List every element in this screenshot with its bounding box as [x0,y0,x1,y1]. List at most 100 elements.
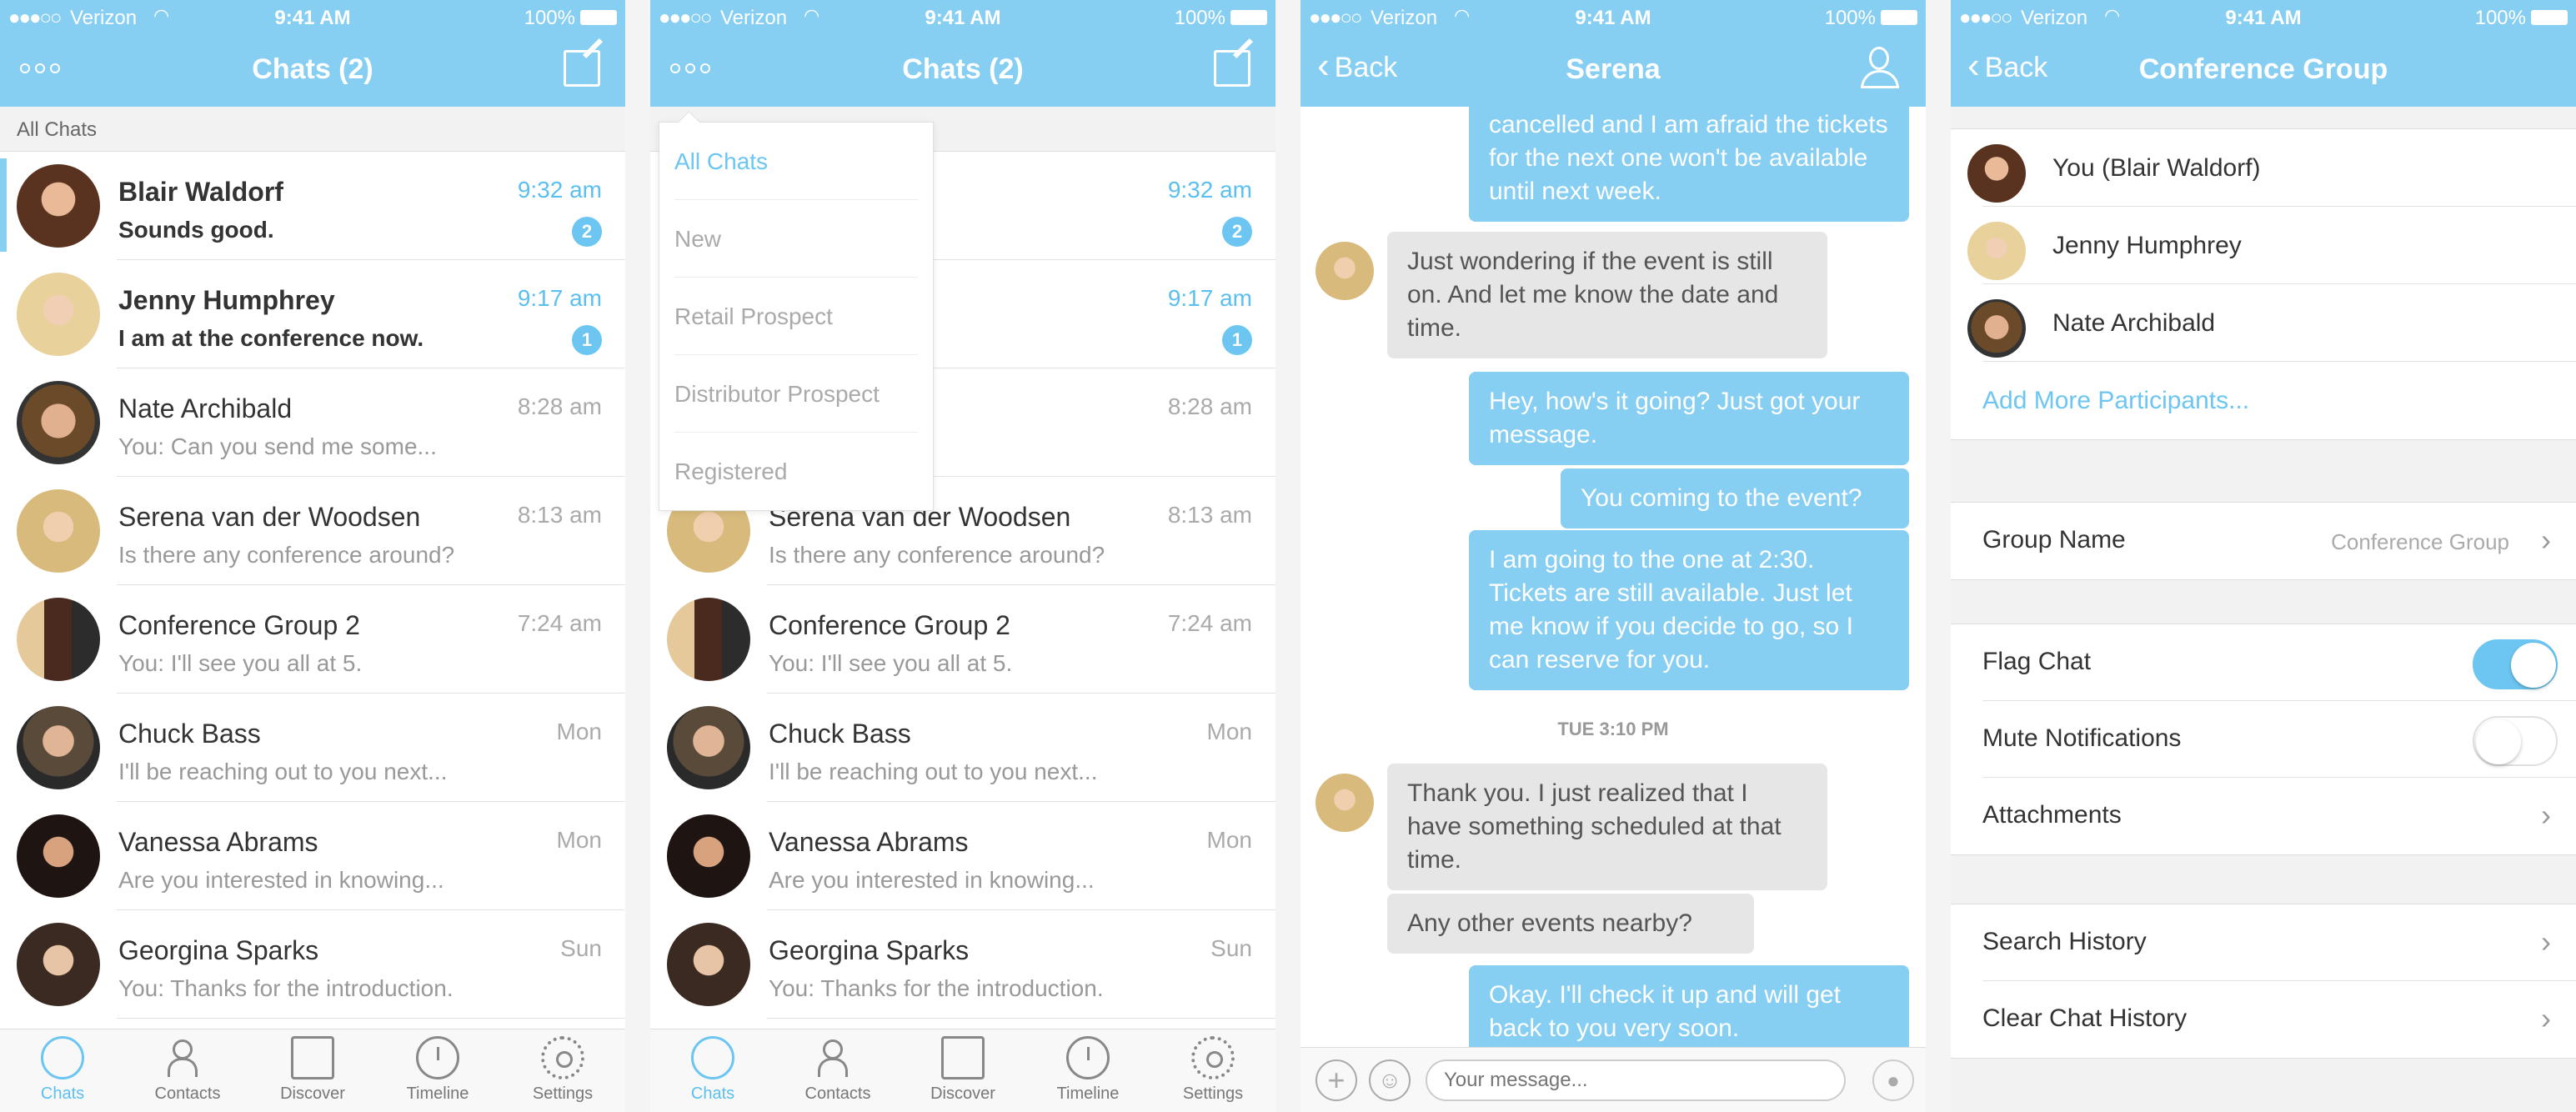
battery-icon [2531,10,2568,25]
tab-timeline[interactable]: Timeline [1025,1029,1150,1112]
message-time: 8:13 am [1167,502,1252,528]
emoji-icon[interactable]: ☺ [1369,1059,1411,1101]
chat-row[interactable]: Chuck Bass I'll be reaching out to you ne… [0,694,625,802]
filter-option[interactable]: New [674,200,918,278]
tab-chats[interactable]: Chats [650,1029,775,1112]
avatar [17,706,100,789]
clear-history-row[interactable]: Clear Chat History › [1951,981,2576,1058]
avatar [17,489,100,573]
participant-row[interactable]: You (Blair Waldorf) [1951,129,2576,207]
compose-icon[interactable] [1214,50,1250,87]
filter-option[interactable]: All Chats [674,123,918,200]
filter-option[interactable]: Registered [674,433,918,510]
contact-profile-icon[interactable] [1859,47,1901,90]
row-divider [117,1018,625,1019]
attachments-row[interactable]: Attachments › [1951,778,2576,854]
unread-badge: 1 [1222,325,1252,355]
contact-name: Blair Waldorf [118,177,283,207]
add-participants-link[interactable]: Add More Participants... [1982,387,2249,415]
screen-gap [1926,0,1951,1112]
message-bubble-incoming: Thank you. I just realized that I have s… [1387,764,1827,890]
chat-row[interactable]: Blair Waldorf Sounds good. 9:32 am 2 [0,152,625,260]
tab-discover[interactable]: Discover [900,1029,1025,1112]
battery-icon [1881,10,1917,25]
chat-row[interactable]: Vanessa Abrams Are you interested in know… [0,802,625,910]
chevron-right-icon: › [2541,523,2551,557]
message-bubble-outgoing: You coming to the event? [1561,468,1909,528]
message-time: 9:17 am [517,285,602,311]
tab-settings[interactable]: Settings [1150,1029,1275,1112]
tab-settings[interactable]: Settings [500,1029,625,1112]
microphone-icon[interactable]: ● [1872,1059,1914,1101]
chat-row[interactable]: Jenny Humphrey I am at the conference now… [0,260,625,368]
nav-bar: Chats (2) [0,33,625,107]
message-preview: You: Can you send me some... [118,433,437,459]
tab-discover[interactable]: Discover [250,1029,375,1112]
flag-chat-toggle[interactable] [2473,639,2558,689]
chat-row[interactable]: Nate Archibald You: Can you send me some.… [0,368,625,477]
chat-row[interactable]: Georgina Sparks You: Thanks for the intro… [650,910,1275,1019]
tab-label: Timeline [406,1084,469,1103]
flag-chat-row: Flag Chat [1951,624,2576,701]
compose-icon[interactable] [564,50,600,87]
map-icon [941,1036,985,1079]
message-time: Mon [1206,719,1252,744]
chat-row[interactable]: Georgina Sparks You: Thanks for the intro… [0,910,625,1019]
tab-contacts[interactable]: Contacts [125,1029,250,1112]
search-history-label: Search History [1982,928,2147,955]
gear-icon [541,1036,584,1079]
group-name-row[interactable]: Group Name Conference Group › [1951,503,2576,579]
avatar [17,814,100,898]
filter-option[interactable]: Distributor Prospect [674,355,918,433]
chat-row[interactable]: Conference Group 2 You: I'll see you all … [650,585,1275,694]
message-time: Sun [1210,935,1252,961]
tab-label: Discover [280,1084,345,1103]
search-history-row[interactable]: Search History › [1951,904,2576,981]
message-time: Sun [560,935,602,961]
message-preview: You: I'll see you all at 5. [769,650,1013,676]
battery-label: 100% [1824,7,1876,29]
add-participants-row[interactable]: Add More Participants... [1951,362,2576,439]
message-preview: You: Thanks for the introduction. [769,975,1104,1001]
chat-row[interactable]: Conference Group 2 You: I'll see you all … [0,585,625,694]
chat-row[interactable]: Chuck Bass I'll be reaching out to you ne… [650,694,1275,802]
page-title: Chats (2) [902,53,1024,85]
participant-row[interactable]: Nate Archibald [1951,284,2576,362]
chat-list: Blair Waldorf Sounds good. 9:32 am 2 Jenny H… [0,152,625,1019]
battery-icon [1230,10,1267,25]
tab-label: Settings [1182,1084,1244,1103]
day-separator: TUE 3:10 PM [1557,719,1669,739]
status-bar: ●●●○○ Verizon ◠ 9:41 AM 100% [0,0,625,33]
status-bar: ●●●○○ Verizon ◠ 9:41 AM 100% [1951,0,2576,33]
message-input[interactable] [1426,1059,1846,1101]
chat-row[interactable]: Serena van der Woodsen Is there any confe… [0,477,625,585]
message-preview: Are you interested in knowing... [769,867,1095,893]
message-time: 9:17 am [1167,285,1252,311]
page-title: Conference Group [2138,53,2388,85]
message-time: 7:24 am [517,610,602,636]
row-divider [767,1018,1275,1019]
tab-timeline[interactable]: Timeline [375,1029,500,1112]
contact-name: Conference Group 2 [118,610,360,640]
message-preview: Are you interested in knowing... [118,867,444,893]
mute-notifications-row: Mute Notifications [1951,701,2576,778]
avatar [1967,299,2026,358]
add-attachment-icon[interactable]: + [1316,1059,1357,1101]
clock-icon [1066,1036,1110,1079]
avatar [1967,222,2026,280]
filter-option[interactable]: Retail Prospect [674,278,918,355]
gear-icon [1191,1036,1235,1079]
tab-contacts[interactable]: Contacts [775,1029,900,1112]
participant-row[interactable]: Jenny Humphrey [1951,207,2576,284]
map-icon [291,1036,334,1079]
tab-label: Contacts [804,1084,871,1103]
group-settings: You (Blair Waldorf) Jenny Humphrey Nate … [1951,107,2576,1112]
group-info-screen: ●●●○○ Verizon ◠ 9:41 AM 100% ‹ Back Conf… [1951,0,2576,1112]
avatar [17,381,100,464]
avatar [17,164,100,248]
chat-row[interactable]: Vanessa Abrams Are you interested in know… [650,802,1275,910]
message-time: Mon [1206,827,1252,853]
tab-chats[interactable]: Chats [0,1029,125,1112]
mute-notifications-toggle[interactable] [2473,716,2558,766]
history-group: Search History › Clear Chat History › [1951,904,2576,1059]
